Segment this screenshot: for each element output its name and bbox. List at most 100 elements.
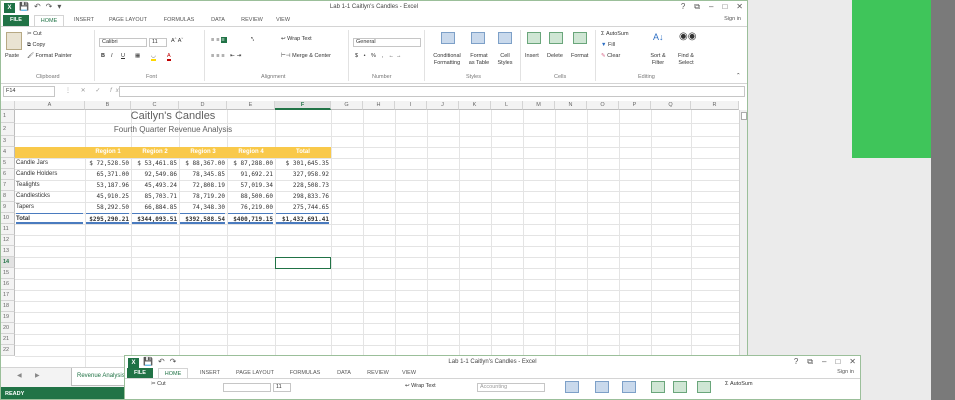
wrap-text-button[interactable]: ↩ Wrap Text <box>405 383 436 389</box>
insert-cells-icon[interactable] <box>651 381 665 393</box>
row-header-selected[interactable]: 14 <box>1 257 15 268</box>
row-header[interactable]: 9 <box>1 202 15 213</box>
total-cell[interactable]: $344,093.51 <box>132 213 177 224</box>
tab-insert[interactable]: INSERT <box>69 15 99 26</box>
row-header[interactable]: 12 <box>1 235 15 246</box>
row-header[interactable]: 10 <box>1 213 15 224</box>
value-cell[interactable]: 78,345.85 <box>180 169 225 180</box>
column-header[interactable]: A <box>15 101 85 110</box>
formula-input[interactable] <box>119 86 745 97</box>
row-header[interactable]: 22 <box>1 345 15 356</box>
row-label-cell[interactable]: Candlesticks <box>16 191 83 202</box>
tab-page-layout[interactable]: PAGE LAYOUT <box>104 15 152 26</box>
column-header[interactable]: P <box>619 101 651 110</box>
fill-color-icon[interactable]: ◡ <box>151 53 156 61</box>
tab-insert[interactable]: INSERT <box>195 368 225 378</box>
total-cell[interactable]: $392,588.54 <box>180 213 225 224</box>
italic-button[interactable]: I <box>111 53 113 59</box>
delete-cells-icon[interactable] <box>549 32 563 44</box>
cell-styles-icon[interactable] <box>498 32 512 44</box>
autosum-button[interactable]: Σ AutoSum <box>601 31 629 37</box>
formula-bar-buttons[interactable]: ⋮ ✕ ✓ fx <box>65 87 123 94</box>
sort-filter-icon[interactable]: A↓ <box>653 32 664 42</box>
font-name-box[interactable]: Calibri <box>99 38 147 47</box>
tab-view[interactable]: VIEW <box>397 368 421 378</box>
format-as-table-icon[interactable] <box>595 381 609 393</box>
ribbon-display-icon[interactable]: ⧉ <box>807 357 813 367</box>
row-header[interactable]: 21 <box>1 334 15 345</box>
format-button[interactable]: Format <box>571 53 588 59</box>
column-header[interactable]: C <box>131 101 179 110</box>
row-header[interactable]: 7 <box>1 180 15 191</box>
cell-styles-button[interactable]: Cell Styles <box>494 53 516 67</box>
column-header[interactable]: Q <box>651 101 691 110</box>
value-cell[interactable]: 57,019.34 <box>228 180 273 191</box>
merge-center-button[interactable]: ⊢⊣ Merge & Center <box>281 53 331 59</box>
font-name-box[interactable] <box>223 383 271 392</box>
row-label-cell[interactable]: Tapers <box>16 202 83 213</box>
row-label-cell[interactable]: Candle Holders <box>16 169 83 180</box>
help-icon[interactable]: ? <box>681 2 685 12</box>
tab-formulas[interactable]: FORMULAS <box>159 15 199 26</box>
column-header[interactable]: G <box>331 101 363 110</box>
active-cell-indicator[interactable] <box>275 257 331 269</box>
column-header[interactable]: N <box>555 101 587 110</box>
insert-button[interactable]: Insert <box>525 53 539 59</box>
row-header[interactable]: 4 <box>1 147 15 158</box>
tab-data[interactable]: DATA <box>205 15 231 26</box>
value-cell[interactable]: 88,500.60 <box>228 191 273 202</box>
borders-icon[interactable]: ▦ <box>135 53 140 59</box>
value-cell[interactable]: 92,549.86 <box>132 169 177 180</box>
tab-formulas[interactable]: FORMULAS <box>285 368 325 378</box>
value-cell[interactable]: 65,371.00 <box>86 169 129 180</box>
row-header[interactable]: 6 <box>1 169 15 180</box>
row-label-cell[interactable]: Candle Jars <box>16 158 83 169</box>
value-cell[interactable]: 45,493.24 <box>132 180 177 191</box>
select-all-corner[interactable] <box>1 101 15 110</box>
total-cell[interactable]: $1,432,691.41 <box>276 213 329 224</box>
value-cell[interactable]: 72,808.19 <box>180 180 225 191</box>
row-label-cell[interactable]: Total <box>16 213 83 224</box>
tab-file[interactable]: FILE <box>3 15 29 26</box>
close-icon[interactable]: ✕ <box>736 2 743 12</box>
tab-home[interactable]: HOME <box>34 15 64 26</box>
value-cell[interactable]: 91,692.21 <box>228 169 273 180</box>
minimize-icon[interactable]: – <box>709 2 713 12</box>
value-cell[interactable]: 45,910.25 <box>86 191 129 202</box>
tab-review[interactable]: REVIEW <box>237 15 267 26</box>
format-cells-icon[interactable] <box>573 32 587 44</box>
clear-button[interactable]: ✎ Clear <box>601 53 620 59</box>
format-cells-icon[interactable] <box>697 381 711 393</box>
row-label-cell[interactable]: Tealights <box>16 180 83 191</box>
orientation-icon[interactable]: ⤣ <box>251 37 254 44</box>
scroll-thumb[interactable] <box>741 112 747 120</box>
conditional-formatting-icon[interactable] <box>565 381 579 393</box>
sheet-nav-prev-icon[interactable]: ◀ <box>17 372 22 379</box>
vertical-scrollbar[interactable] <box>739 110 747 367</box>
ribbon-display-icon[interactable]: ⧉ <box>694 2 700 12</box>
value-cell[interactable]: $ 87,288.00 <box>228 158 273 169</box>
format-painter-button[interactable]: 🖌 Format Painter <box>27 53 72 59</box>
format-as-table-icon[interactable] <box>471 32 485 44</box>
row-header[interactable]: 1 <box>1 110 15 123</box>
value-cell[interactable]: 327,958.92 <box>276 169 329 180</box>
cell-styles-icon[interactable] <box>622 381 636 393</box>
underline-button[interactable]: U <box>121 53 125 59</box>
number-format-dropdown[interactable]: Accounting <box>477 383 545 392</box>
fill-button[interactable]: ▼ Fill <box>601 42 615 48</box>
bold-button[interactable]: B <box>101 53 105 59</box>
value-cell[interactable]: 53,187.96 <box>86 180 129 191</box>
column-header[interactable]: D <box>179 101 227 110</box>
value-cell[interactable]: $ 72,528.50 <box>86 158 129 169</box>
value-cell[interactable]: 66,884.85 <box>132 202 177 213</box>
value-cell[interactable]: 78,719.20 <box>180 191 225 202</box>
sort-filter-button[interactable]: Sort & Filter <box>646 53 670 67</box>
vertical-align-icons[interactable]: ≡≡≡ <box>211 37 227 43</box>
binoculars-icon[interactable]: ◉◉ <box>679 31 696 42</box>
row-header[interactable]: 20 <box>1 323 15 334</box>
column-header[interactable]: E <box>227 101 275 110</box>
value-cell[interactable]: 228,508.73 <box>276 180 329 191</box>
close-icon[interactable]: ✕ <box>849 357 856 367</box>
column-header[interactable]: B <box>85 101 131 110</box>
wrap-text-button[interactable]: ↩ Wrap Text <box>281 36 312 42</box>
